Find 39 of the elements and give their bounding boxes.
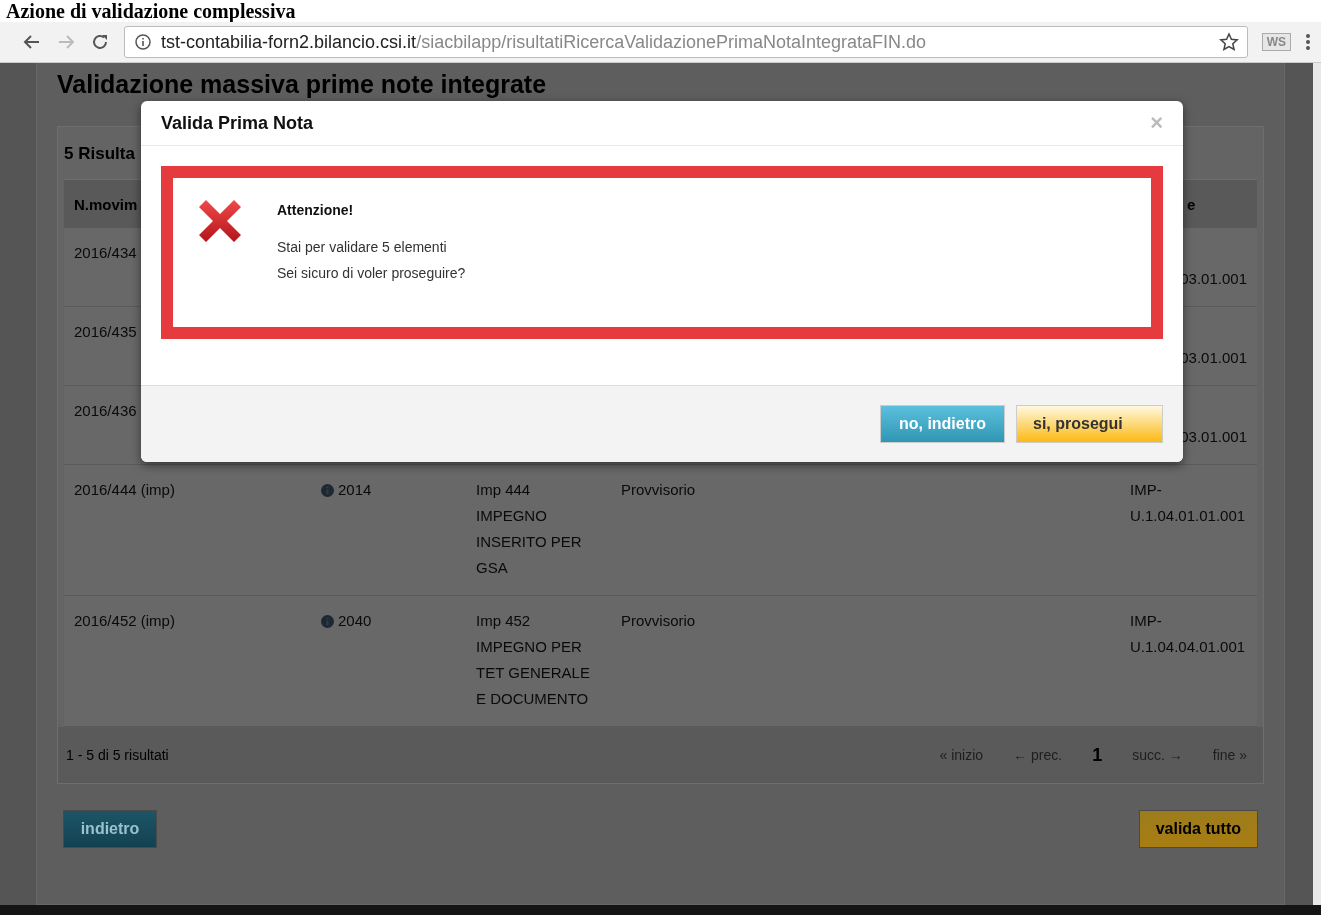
alert-message: Sei sicuro di voler proseguire? (277, 264, 466, 283)
pagination-link[interactable]: ← prec. (1013, 747, 1063, 763)
validate-all-button[interactable]: valida tutto (1138, 810, 1258, 848)
table-cell-text: 2016/452 (imp) (73, 611, 176, 631)
table-cell-text: 2014 (337, 480, 373, 500)
table-cell-text: Provvisorio (620, 480, 697, 500)
info-icon[interactable] (135, 34, 151, 50)
table-cell-text: 2016/434 (73, 243, 138, 263)
extension-button[interactable]: WS (1261, 33, 1291, 51)
table-cell-text: 2016/435 (73, 322, 138, 342)
table-cell-text: Provvisorio (620, 611, 697, 631)
reload-icon[interactable] (90, 32, 110, 52)
results-count: 1 - 5 di 5 risultati (66, 747, 169, 763)
confirm-button[interactable]: si, prosegui (1016, 405, 1163, 443)
table-cell-text: Imp 444 IMPEGNO INSERITO PER GSA (475, 480, 583, 578)
table-cell-text: 2016/436 (73, 401, 138, 421)
address-bar[interactable]: tst-contabilia-forn2.bilancio.csi.it/siacbilapp/risultatiRicercaValidazionePrimaNotaIntegrataFIN.do (124, 26, 1248, 58)
star-icon[interactable] (1218, 32, 1239, 52)
scrollbar[interactable] (1313, 63, 1321, 905)
url-host: tst-contabilia-forn2.bilancio.csi.it (161, 31, 417, 52)
table-cell-text: IMP-U.1.04.04.01.001 (1129, 611, 1247, 657)
cancel-button[interactable]: no, indietro (880, 405, 1005, 443)
table-cell-text: 2016/444 (imp) (73, 480, 176, 500)
url-path: /siacbilapp/risultatiRicercaValidazionePrimaNotaIntegrataFIN.do (416, 31, 927, 52)
alert-message: Stai per validare 5 elementi (277, 238, 448, 257)
pagination-link[interactable]: fine » (1212, 747, 1247, 763)
pagination-link[interactable]: « inizio (939, 747, 984, 763)
pagination-link[interactable]: 1 (1092, 744, 1103, 766)
error-cross-icon (197, 198, 243, 244)
table-cell-text: 2040 (337, 611, 373, 631)
alert-title: Attenzione! (277, 202, 355, 218)
column-header: e (1186, 195, 1197, 213)
back-button[interactable]: indietro (63, 810, 157, 848)
table-cell-text: Imp 452 IMPEGNO PER TET GENERALE E DOCUMENTO (475, 611, 591, 709)
pagination-link[interactable]: succ. → (1132, 747, 1183, 763)
menu-icon[interactable] (1305, 32, 1311, 52)
page-title: Validazione massiva prime note integrate (57, 69, 548, 99)
table-cell-text: IMP-U.1.04.01.01.001 (1129, 480, 1247, 526)
page-heading: Azione di validazione complessiva (5, 0, 297, 22)
